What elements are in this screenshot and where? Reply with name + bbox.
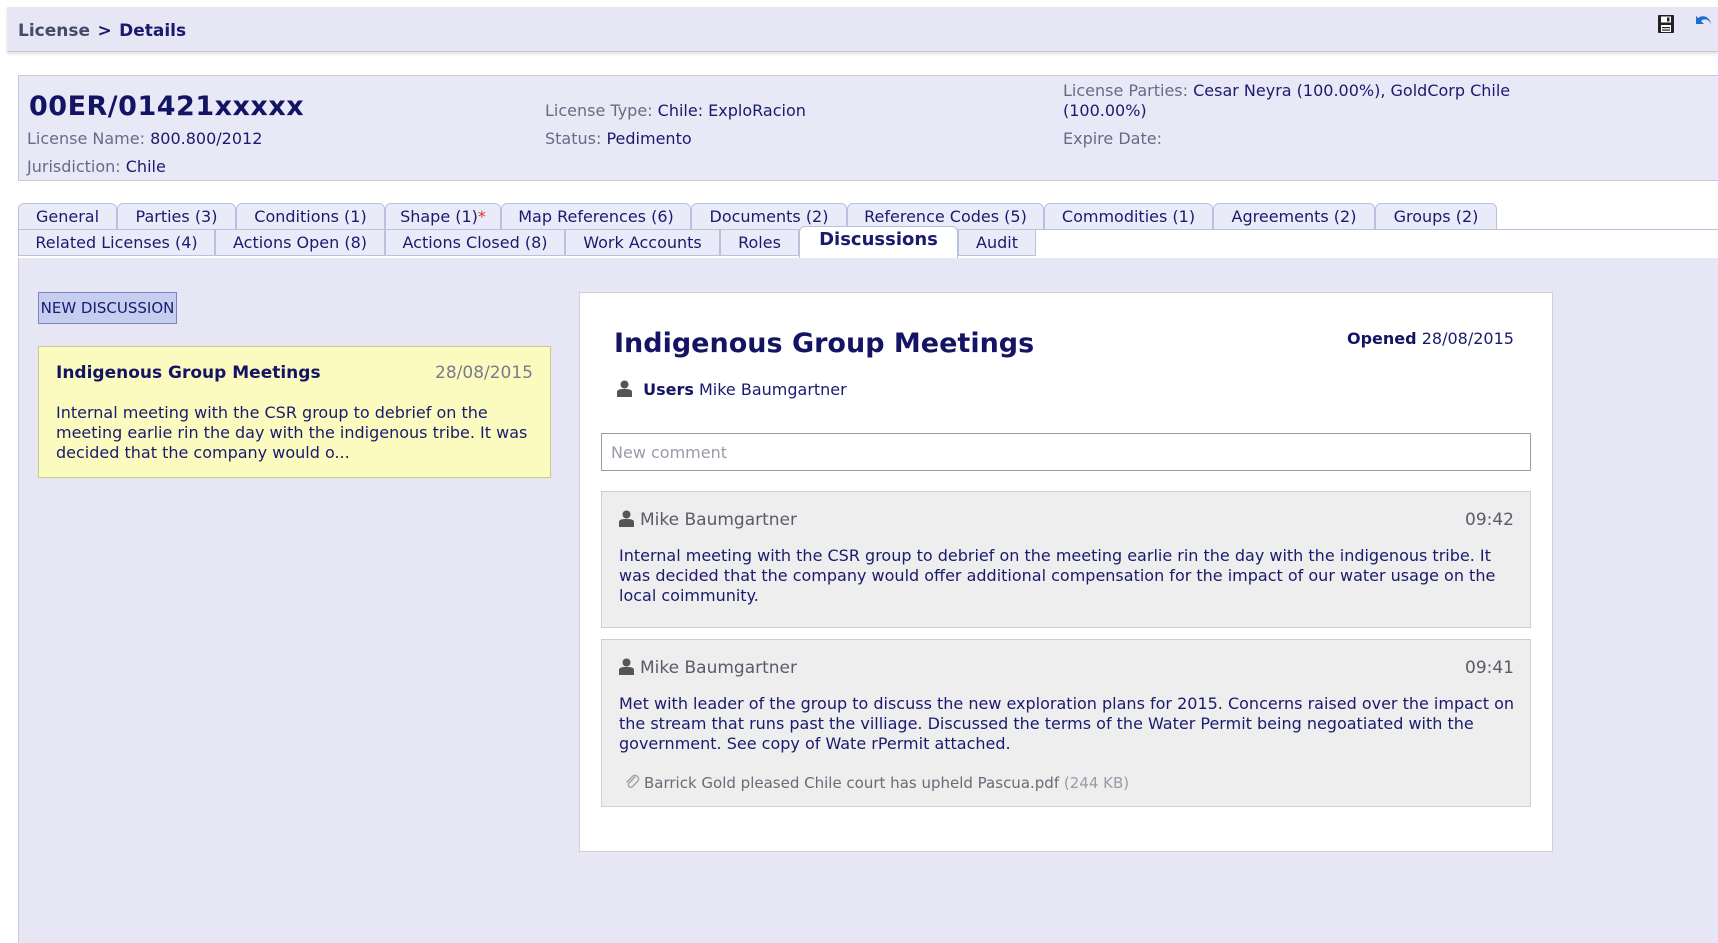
discussion-users: Users Mike Baumgartner [617,380,847,399]
tab-parties[interactable]: Parties (3) [117,203,236,229]
undo-icon[interactable] [1692,12,1714,34]
license-type-value: Chile: ExploRacion [657,101,806,120]
breadcrumb-separator: > [97,21,112,41]
users-value: Mike Baumgartner [698,380,847,399]
license-parties-row: License Parties: Cesar Neyra (100.00%), … [1063,81,1510,100]
opened-label: Opened [1347,329,1417,348]
opened-date: 28/08/2015 [1421,329,1514,348]
jurisdiction-row: Jurisdiction: Chile [27,157,166,176]
save-icon[interactable] [1657,14,1675,34]
tab-shape[interactable]: Shape (1)* [385,203,501,229]
jurisdiction-label: Jurisdiction: [27,157,121,176]
comment-text: Internal meeting with the CSR group to d… [619,546,1496,605]
comment-time: 09:41 [1465,658,1514,678]
top-bar: License > Details [7,7,1718,52]
attachment-size: (244 KB) [1063,774,1130,792]
user-icon [619,658,634,675]
paperclip-icon [626,774,640,788]
discussion-item-date: 28/08/2015 [435,363,533,383]
tab-general[interactable]: General [18,203,117,229]
status-value: Pedimento [606,129,692,148]
jurisdiction-value: Chile [125,157,166,176]
new-comment-input[interactable] [601,433,1531,471]
license-name-row: License Name: 800.800/2012 [27,129,262,148]
comment-author-name: Mike Baumgartner [640,510,797,530]
status-row: Status: Pedimento [545,129,692,148]
comment-author: Mike Baumgartner [619,658,797,678]
discussion-item-title: Indigenous Group Meetings [56,363,321,383]
license-parties-value: Cesar Neyra (100.00%), GoldCorp Chile [1193,81,1511,100]
tab-map-references[interactable]: Map References (6) [501,203,691,229]
tab-agreements[interactable]: Agreements (2) [1213,203,1375,229]
license-name-value: 800.800/2012 [150,129,263,148]
comment-author-name: Mike Baumgartner [640,658,797,678]
status-label: Status: [545,129,602,148]
user-icon [617,380,632,397]
breadcrumb-current: Details [119,21,187,41]
users-label: Users [643,380,694,399]
comment-author: Mike Baumgartner [619,510,797,530]
tab-related-licenses[interactable]: Related Licenses (4) [18,230,215,256]
tab-work-accounts[interactable]: Work Accounts [565,230,720,256]
license-type-row: License Type: Chile: ExploRacion [545,101,806,120]
tab-commodities[interactable]: Commodities (1) [1044,203,1213,229]
license-type-label: License Type: [545,101,653,120]
attachment-name[interactable]: Barrick Gold pleased Chile court has uph… [644,774,1059,792]
tab-audit[interactable]: Audit [958,230,1036,256]
tab-groups[interactable]: Groups (2) [1375,203,1497,229]
user-icon [619,510,634,527]
license-header: 00ER/01421xxxxx License Name: 800.800/20… [18,75,1718,181]
license-parties-label: License Parties: [1063,81,1189,100]
discussion-title: Indigenous Group Meetings [614,328,1035,359]
license-id: 00ER/01421xxxxx [29,91,305,122]
tab-actions-open[interactable]: Actions Open (8) [215,230,385,256]
comment-item: Mike Baumgartner 09:42 Internal meeting … [601,491,1531,628]
expire-date-label: Expire Date: [1063,129,1162,148]
attachment[interactable]: Barrick Gold pleased Chile court has uph… [624,774,1129,792]
license-parties-value-cont: (100.00%) [1063,101,1147,120]
tab-roles[interactable]: Roles [720,230,799,256]
shape-required-marker: * [477,207,486,226]
new-discussion-button[interactable]: NEW DISCUSSION [38,292,177,324]
expire-date-row: Expire Date: [1063,129,1162,148]
discussion-list-item[interactable]: Indigenous Group Meetings 28/08/2015 Int… [38,346,551,478]
tab-actions-closed[interactable]: Actions Closed (8) [385,230,565,256]
comment-time: 09:42 [1465,510,1514,530]
discussion-item-snippet: Internal meeting with the CSR group to d… [56,403,528,462]
discussion-opened: Opened 28/08/2015 [1347,329,1518,348]
comment-text: Met with leader of the group to discuss … [619,694,1515,753]
breadcrumb-root[interactable]: License [18,21,90,41]
tab-conditions[interactable]: Conditions (1) [236,203,385,229]
license-parties-row-2: (100.00%) [1063,101,1147,120]
license-name-label: License Name: [27,129,145,148]
tab-discussions[interactable]: Discussions [799,226,958,258]
breadcrumb: License > Details [18,21,186,41]
